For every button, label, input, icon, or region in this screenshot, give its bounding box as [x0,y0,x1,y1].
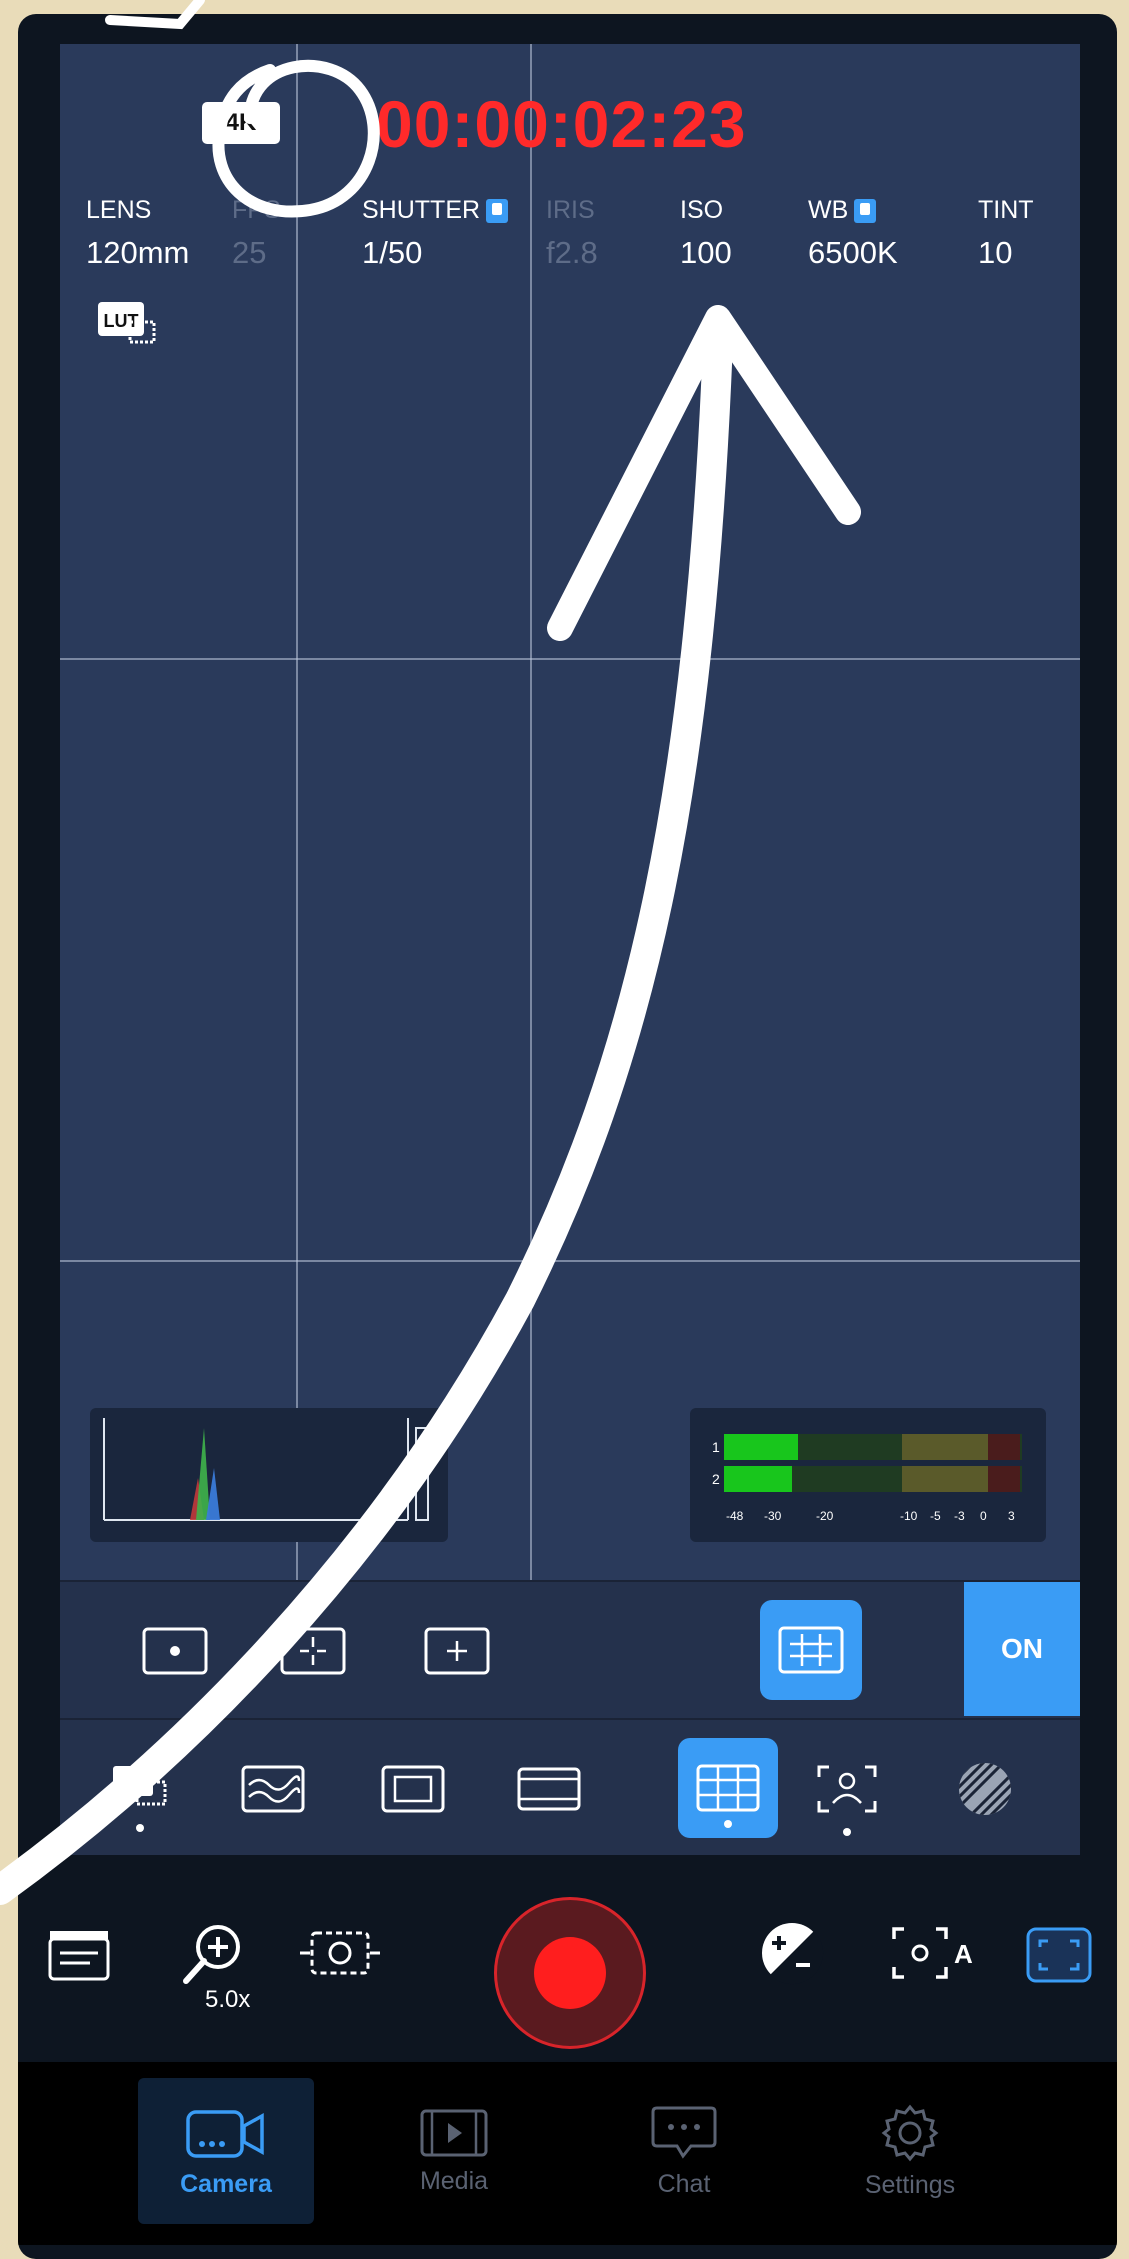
param-tint[interactable]: TINT 10 [978,196,1034,271]
lut-icon[interactable] [100,1750,180,1832]
svg-text:A: A [954,1939,973,1969]
audio-scale-label: 0 [980,1509,987,1523]
audio-level-meter[interactable]: 1 2 -48 -30 -20 -10 -5 -3 0 3 [690,1408,1046,1542]
tab-label: Camera [180,2169,272,2198]
lut-label: LUT [104,311,139,331]
zoom-value: 5.0x [205,1986,251,2013]
tab-label: Chat [657,2169,711,2198]
param-label: TINT [978,196,1034,224]
grid-line [60,658,1080,660]
auto-focus-icon[interactable]: A [890,1923,986,1988]
guide-toggle-button[interactable]: ON [964,1582,1080,1716]
param-fps[interactable]: FPS 25 [232,196,281,271]
tab-media[interactable]: Media [366,2078,542,2224]
zoom-icon[interactable] [180,1919,250,1994]
param-shutter[interactable]: SHUTTER 1/50 [362,196,509,271]
param-value: 25 [232,235,267,270]
audio-scale-label: -30 [764,1509,782,1523]
param-iris[interactable]: IRIS f2.8 [546,196,598,271]
tab-camera[interactable]: Camera [138,2078,314,2224]
crosshair-guide-icon[interactable] [278,1616,348,1686]
audio-channel-label: 1 [712,1439,720,1455]
tool-toolbar [60,1718,1080,1856]
param-value: 100 [680,235,732,270]
record-button[interactable] [494,1897,646,2049]
grid-line [60,1260,1080,1262]
zebra-icon[interactable] [950,1754,1020,1824]
param-value: f2.8 [546,235,598,270]
camera-icon [186,2109,264,2158]
param-value: 10 [978,235,1013,270]
exposure-compensation-icon[interactable] [758,1919,826,1992]
param-label: SHUTTER [362,196,481,224]
param-label: LENS [86,196,152,224]
param-lens[interactable]: LENS 120mm [86,196,189,271]
record-indicator [534,1937,606,2009]
param-label: ISO [680,196,724,224]
phone-screen: 4K 00:00:02:23 LENS 120mm FPS 25 SHUTTER… [18,14,1117,2259]
camera-controls: 5.0x A [18,1855,1117,2060]
stabilization-icon[interactable] [298,1923,382,1988]
param-label: IRIS [546,196,595,224]
param-iso[interactable]: ISO 100 [680,196,732,271]
waveform-icon[interactable] [238,1754,308,1824]
media-icon [420,2109,488,2156]
resolution-badge[interactable]: 4K [202,102,280,144]
tab-chat[interactable]: Chat [596,2078,772,2224]
guide-toolbar: ON [60,1580,1080,1718]
lock-icon [854,198,877,223]
grid-guide-icon[interactable] [760,1600,862,1700]
settings-icon [881,2104,939,2161]
param-wb[interactable]: WB 6500K [808,196,898,271]
grid-icon[interactable] [678,1738,778,1838]
lock-icon [486,198,509,223]
audio-channel-label: 2 [712,1471,720,1487]
audio-scale-label: -10 [900,1509,918,1523]
tab-label: Media [419,2166,489,2195]
param-value: 6500K [808,235,898,270]
bottom-tab-bar: Camera Media Chat Settings [18,2062,1117,2245]
fullscreen-icon[interactable] [1026,1927,1092,1988]
aspect-ratio-icon[interactable] [514,1754,584,1824]
histogram[interactable] [90,1408,448,1542]
plus-guide-icon[interactable] [422,1616,492,1686]
timecode-display: 00:00:02:23 [376,87,747,161]
audio-scale-label: -3 [954,1509,965,1523]
clapperboard-icon[interactable] [46,1925,112,1988]
center-dot-guide-icon[interactable] [140,1616,210,1686]
audio-scale-label: -48 [726,1509,744,1523]
param-value: 1/50 [362,235,423,270]
audio-scale-label: 3 [1008,1509,1015,1523]
chat-icon [651,2106,717,2159]
tab-settings[interactable]: Settings [822,2078,998,2224]
param-value: 120mm [86,235,190,270]
audio-scale-label: -20 [816,1509,834,1523]
audio-scale-label: -5 [930,1509,941,1523]
param-label: FPS [232,196,281,224]
face-detect-icon[interactable] [812,1754,882,1836]
lut-icon[interactable]: LUT [96,300,156,344]
frame-guide-icon[interactable] [378,1754,448,1824]
tab-label: Settings [864,2170,956,2199]
param-label: WB [808,196,849,224]
